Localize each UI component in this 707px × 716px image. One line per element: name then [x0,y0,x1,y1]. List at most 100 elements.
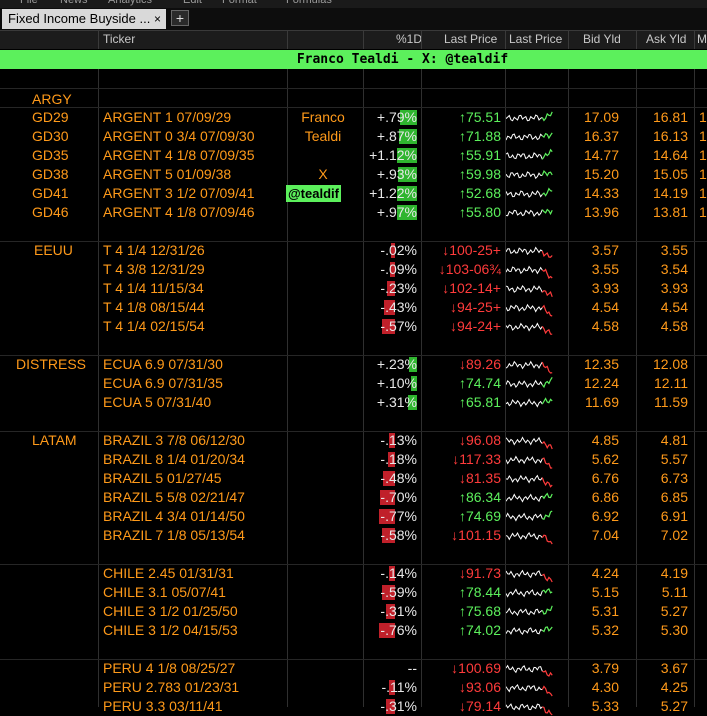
ticker-cell[interactable]: BRAZIL 5 5/8 02/21/47 [103,488,245,507]
ticker-cell[interactable]: PERU 2.783 01/23/31 [103,678,239,697]
col-bid-yld[interactable]: Bid Yld [583,32,621,46]
ticker-cell[interactable]: BRAZIL 3 7/8 06/12/30 [103,431,245,450]
group-label: ARGY [32,91,72,107]
ticker-cell[interactable]: ECUA 6.9 07/31/35 [103,374,223,393]
col-pct[interactable]: %1D [396,32,422,46]
ticker-cell[interactable]: T 4 1/4 12/31/26 [103,241,205,260]
arrow-down-icon: ↓ [458,565,466,581]
table-row[interactable]: CHILE 3.1 05/07/41 -.59% ↑78.44 5.15 5.11 [0,583,707,602]
table-row[interactable]: GD29 ARGENT 1 07/09/29 Franco +.79% ↑75.51 17… [0,108,707,127]
menu-item-news[interactable]: News [60,0,88,6]
table-row[interactable]: BRAZIL 8 1/4 01/20/34 -.18% ↓117.33 5.62 5.5… [0,450,707,469]
last-price-value: 100.69 [458,660,501,676]
pct-change: -.58% [380,527,417,543]
menu-item-analytics[interactable]: Analytics [108,0,152,6]
ticker-cell[interactable]: ARGENT 5 01/09/38 [103,165,231,184]
table-row[interactable]: T 4 1/4 11/15/34 -.23% ↓102-14+ 3.93 3.93 [0,279,707,298]
table-row[interactable]: BRAZIL 3 7/8 06/12/30 -.13% ↓96.08 4.85 4.81 [0,431,707,450]
ticker-cell[interactable]: BRAZIL 7 1/8 05/13/54 [103,526,245,545]
table-row[interactable]: BRAZIL 4 3/4 01/14/50 -.77% ↑74.69 6.92 6.91 [0,507,707,526]
col-extra[interactable]: M [697,32,707,46]
table-row[interactable]: BRAZIL 5 01/27/45 -.48% ↓81.35 6.76 6.73 [0,469,707,488]
add-tab-button[interactable]: + [171,10,189,26]
ticker-cell[interactable]: T 4 1/4 11/15/34 [103,279,204,298]
table-row[interactable]: GD35 ARGENT 4 1/8 07/09/35 +1.12% ↑55.91 14.… [0,146,707,165]
ticker-cell[interactable]: T 4 3/8 12/31/29 [103,260,205,279]
table-row[interactable]: GD41 ARGENT 3 1/2 07/09/41 @tealdif +1.22% ↑… [0,184,707,203]
bid-yield: 4.24 [591,565,619,581]
ask-yield: 4.54 [660,299,688,315]
ticker-cell[interactable]: CHILE 3 1/2 04/15/53 [103,621,238,640]
table-row[interactable]: CHILE 3 1/2 04/15/53 -.76% ↑74.02 5.32 5.30 [0,621,707,640]
pct-change: +.10% [376,375,417,391]
ticker-cell[interactable]: ECUA 6.9 07/31/30 [103,355,223,374]
col-last-price-chart[interactable]: Last Price [509,32,562,46]
ask-yield: 5.30 [660,622,688,638]
table-row[interactable]: BRAZIL 7 1/8 05/13/54 -.58% ↓101.15 7.04 7.0… [0,526,707,545]
ticker-cell[interactable]: CHILE 3.1 05/07/41 [103,583,226,602]
ticker-cell[interactable]: BRAZIL 8 1/4 01/20/34 [103,450,245,469]
col-ask-yld[interactable]: Ask Yld [646,32,686,46]
table-row[interactable]: PERU 4 1/8 08/25/27 -- ↓100.69 3.79 3.67 [0,659,707,678]
last-price-value: 75.51 [465,109,501,125]
ticker-cell[interactable]: BRAZIL 5 01/27/45 [103,469,222,488]
ticker-cell[interactable]: ARGENT 3 1/2 07/09/41 [103,184,255,203]
bid-yield: 6.76 [591,470,619,486]
sparkline-history [506,171,543,180]
table-row[interactable]: ECUA 6.9 07/31/35 +.10% ↑74.74 12.24 12.11 [0,374,707,393]
table-row[interactable]: CHILE 2.45 01/31/31 -.14% ↓91.73 4.24 4.19 [0,564,707,583]
table-row[interactable]: GD46 ARGENT 4 1/8 07/09/46 +.97% ↑55.80 13.9… [0,203,707,222]
col-ticker[interactable]: Ticker [103,32,135,46]
table-row[interactable]: T 4 3/8 12/31/29 -.09% ↓103-06¾ 3.55 3.54 [0,260,707,279]
header-divider [421,31,422,49]
price-sparkline [506,455,553,469]
bond-code: GD46 [32,204,69,220]
menu-item-edit[interactable]: Edit [183,0,202,6]
table-row[interactable]: GD30 ARGENT 0 3/4 07/09/30 Tealdi +.87% ↑71.… [0,127,707,146]
col-last-price[interactable]: Last Price [444,32,497,46]
price-sparkline [506,208,553,217]
ticker-cell[interactable]: ARGENT 1 07/09/29 [103,108,231,127]
table-row[interactable]: GD38 ARGENT 5 01/09/38 X +.93% ↑59.98 15.20 15… [0,165,707,184]
arrow-up-icon: ↑ [458,622,466,638]
ticker-cell[interactable]: ARGENT 4 1/8 07/09/46 [103,203,255,222]
table-row[interactable]: PERU 2.783 01/23/31 -.11% ↓93.06 4.30 4.25 [0,678,707,697]
sparkline-today [541,132,553,140]
table-row[interactable]: ECUA 5 07/31/40 +.31% ↑65.81 11.69 11.59 [0,393,707,412]
ticker-cell[interactable]: CHILE 2.45 01/31/31 [103,564,234,583]
close-icon[interactable]: × [154,9,166,29]
ticker-cell[interactable]: PERU 4 1/8 08/25/27 [103,659,235,678]
ticker-cell[interactable]: BRAZIL 4 3/4 01/14/50 [103,507,245,526]
sparkline-today [541,685,553,697]
price-sparkline [506,510,553,522]
ticker-cell[interactable]: ARGENT 4 1/8 07/09/35 [103,146,255,165]
table-row[interactable]: T 4 1/4 02/15/54 -.57% ↓94-24+ 4.58 4.58 [0,317,707,336]
ask-yield: 4.19 [660,565,688,581]
banner-left [0,50,98,69]
sparkline-today [541,111,553,122]
tab-fixed-income[interactable]: Fixed Income Buyside ... × [2,9,166,29]
ticker-cell[interactable]: ECUA 5 07/31/40 [103,393,211,412]
table-row[interactable]: ECUA 6.9 07/31/30 +.23% ↓89.26 12.35 12.08 [0,355,707,374]
pct-change: -.09% [380,261,417,277]
menu-item-formulas[interactable]: Formulas [286,0,332,6]
ask-yield: 11.59 [654,394,688,410]
menu-item-file[interactable]: File [20,0,38,6]
menu-item-format[interactable]: Format [222,0,257,6]
ask-yield: 4.25 [660,679,688,695]
ticker-cell[interactable]: T 4 1/8 08/15/44 [103,298,205,317]
table-row[interactable]: CHILE 3 1/2 01/25/50 -.31% ↑75.68 5.31 5.27 [0,602,707,621]
price-sparkline [506,605,553,617]
arrow-up-icon: ↑ [458,375,466,391]
table-row[interactable]: BRAZIL 5 5/8 02/21/47 -.70% ↑86.34 6.86 6.85 [0,488,707,507]
table-row[interactable]: T 4 1/8 08/15/44 -.43% ↓94-25+ 4.54 4.54 [0,298,707,317]
ask-yield: 14.19 [652,185,688,201]
table-row[interactable]: T 4 1/4 12/31/26 -.02% ↓100-25+ 3.57 3.55 [0,241,707,260]
ticker-cell[interactable]: ARGENT 0 3/4 07/09/30 [103,127,255,146]
bid-yield: 7.04 [591,527,619,543]
last-price: ↑52.68 [459,184,501,203]
ticker-cell[interactable]: T 4 1/4 02/15/54 [103,317,205,336]
ticker-cell[interactable]: CHILE 3 1/2 01/25/50 [103,602,238,621]
price-sparkline [506,436,553,450]
price-sparkline [506,587,553,598]
